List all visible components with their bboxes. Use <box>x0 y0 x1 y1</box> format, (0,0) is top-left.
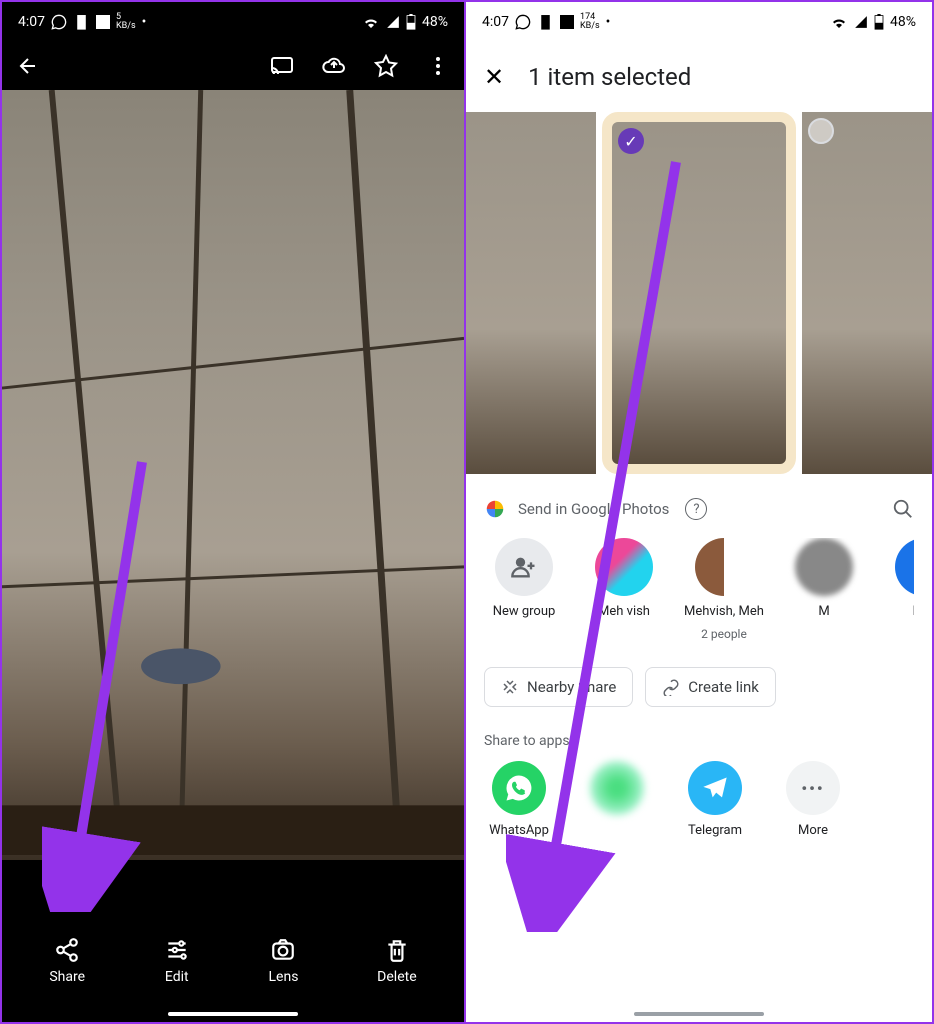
avatar <box>795 538 853 596</box>
new-group-icon <box>495 538 553 596</box>
arrow-left-icon <box>16 54 40 78</box>
selection-title: 1 item selected <box>528 63 691 91</box>
send-in-photos-label: Send in Google Photos <box>518 500 669 518</box>
share-button[interactable]: Share <box>49 937 85 985</box>
lens-label: Lens <box>269 969 299 985</box>
favorite-button[interactable] <box>372 52 400 80</box>
network-speed: 5KB/s <box>116 13 136 31</box>
status-bar: 4:07 ▐▌ 5KB/s • 48% <box>2 2 464 42</box>
network-speed: 174KB/s <box>580 13 600 31</box>
cloud-upload-icon <box>322 54 346 78</box>
more-vert-icon <box>426 54 450 78</box>
apps-row: WhatsApp Telegram ••• More <box>466 761 932 856</box>
edit-label: Edit <box>165 969 189 985</box>
cast-icon <box>270 54 294 78</box>
photo-placeholder <box>2 90 464 855</box>
photo-thumb[interactable] <box>802 112 932 474</box>
battery-icon <box>874 14 884 30</box>
home-indicator[interactable] <box>168 1012 298 1016</box>
contact-new-group[interactable]: New group <box>484 538 564 641</box>
signal-icon <box>386 15 400 29</box>
photo-strip[interactable]: ✓ <box>466 112 932 482</box>
overflow-button[interactable] <box>424 52 452 80</box>
avatar <box>595 538 653 596</box>
status-bar: 4:07 ▐▌ 174KB/s • 48% <box>466 2 932 42</box>
lens-icon <box>270 937 296 963</box>
contact-item[interactable]: M <box>784 538 864 641</box>
pill-icon: ▐▌ <box>73 15 90 29</box>
delete-label: Delete <box>377 969 416 985</box>
tune-icon <box>164 937 190 963</box>
whatsapp-icon <box>492 761 546 815</box>
photo-content[interactable] <box>2 90 464 860</box>
delete-button[interactable]: Delete <box>377 937 416 985</box>
share-label: Share <box>49 969 85 985</box>
more-horiz-icon: ••• <box>786 761 840 815</box>
search-button[interactable] <box>892 498 914 520</box>
battery-icon <box>406 14 416 30</box>
contact-item[interactable]: Meh vish <box>584 538 664 641</box>
cast-button[interactable] <box>268 52 296 80</box>
lens-button[interactable]: Lens <box>269 937 299 985</box>
dot-icon: • <box>142 14 147 30</box>
share-icon <box>54 937 80 963</box>
close-button[interactable]: ✕ <box>484 63 504 91</box>
share-sheet-screen: 4:07 ▐▌ 174KB/s • 48% ✕ 1 item selected … <box>466 2 932 1022</box>
blurred-app-icon <box>590 761 644 815</box>
photo-thumb-selected[interactable]: ✓ <box>602 112 796 474</box>
check-circle-icon[interactable] <box>808 118 834 144</box>
photo-viewer-screen: 4:07 ▐▌ 5KB/s • 48% <box>2 2 466 1022</box>
contact-item[interactable]: M MM <box>884 538 914 641</box>
nearby-share-chip[interactable]: Nearby Share <box>484 667 633 707</box>
help-button[interactable]: ? <box>685 498 707 520</box>
status-time: 4:07 <box>18 14 45 30</box>
whatsapp-status-icon <box>515 14 531 30</box>
link-icon <box>662 678 680 696</box>
back-button[interactable] <box>14 52 42 80</box>
wifi-icon <box>830 15 848 29</box>
nearby-icon <box>501 678 519 696</box>
share-chips: Nearby Share Create link <box>466 649 932 715</box>
share-to-apps-label: Share to apps <box>466 715 932 761</box>
upload-button[interactable] <box>320 52 348 80</box>
contact-item[interactable]: Mehvish, Meh 2 people <box>684 538 764 641</box>
star-icon <box>374 54 398 78</box>
whatsapp-status-icon <box>51 14 67 30</box>
create-link-chip[interactable]: Create link <box>645 667 776 707</box>
google-photos-icon <box>484 498 506 520</box>
battery-percent: 48% <box>890 14 916 30</box>
home-indicator[interactable] <box>634 1012 764 1016</box>
share-header: Send in Google Photos ? <box>484 498 914 520</box>
app-whatsapp[interactable]: WhatsApp <box>484 761 554 838</box>
share-section: Send in Google Photos ? New group Meh vi… <box>466 482 932 649</box>
app-more[interactable]: ••• More <box>778 761 848 838</box>
avatar: M <box>895 538 914 596</box>
photo-top-bar <box>2 42 464 90</box>
check-icon: ✓ <box>618 128 644 154</box>
square-icon <box>560 15 574 29</box>
battery-percent: 48% <box>422 14 448 30</box>
edit-button[interactable]: Edit <box>164 937 190 985</box>
app-blurred[interactable] <box>582 761 652 838</box>
photo-bottom-bar: Share Edit Lens Delete <box>2 912 464 1022</box>
photo-thumb[interactable] <box>466 112 596 474</box>
pill-icon: ▐▌ <box>537 15 554 29</box>
trash-icon <box>384 937 410 963</box>
signal-icon <box>854 15 868 29</box>
wifi-icon <box>362 15 380 29</box>
app-telegram[interactable]: Telegram <box>680 761 750 838</box>
selection-header: ✕ 1 item selected <box>466 42 932 112</box>
status-time: 4:07 <box>482 14 509 30</box>
contacts-row[interactable]: New group Meh vish Mehvish, Meh 2 people… <box>484 538 914 649</box>
dot-icon: • <box>606 14 611 30</box>
telegram-icon <box>688 761 742 815</box>
square-icon <box>96 15 110 29</box>
avatar <box>695 538 753 596</box>
